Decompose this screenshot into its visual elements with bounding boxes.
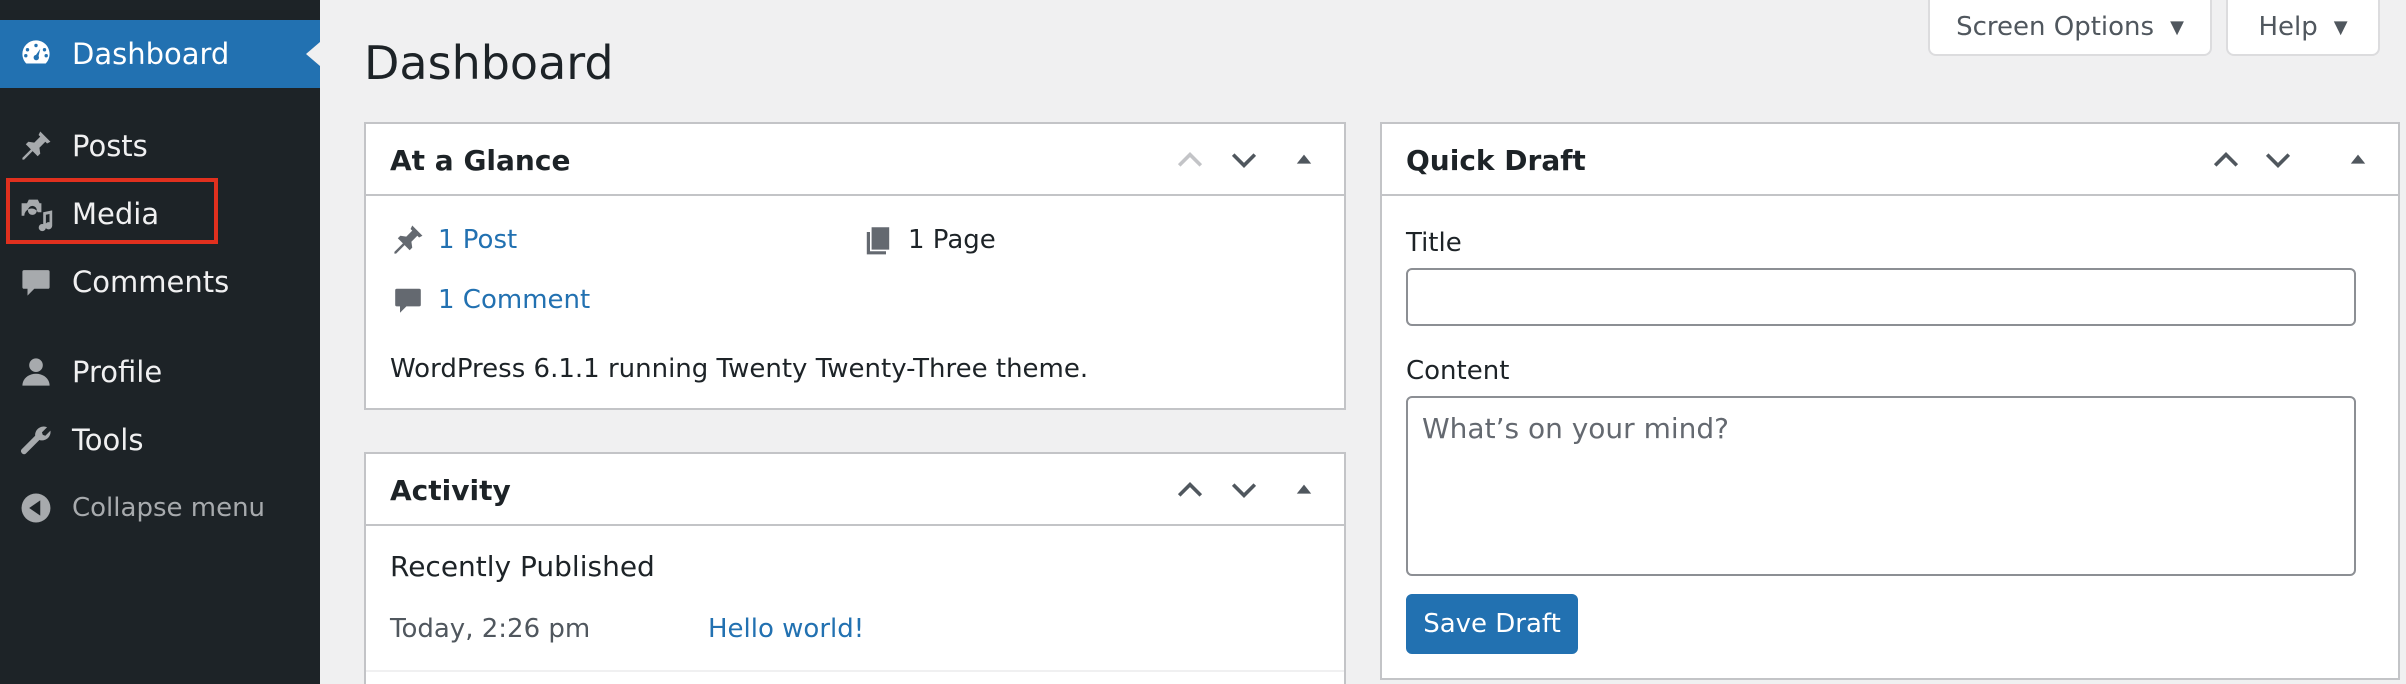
collapse-icon <box>18 490 54 526</box>
toggle-panel-icon[interactable] <box>1286 472 1322 508</box>
draft-content-textarea[interactable] <box>1406 396 2356 576</box>
pages-icon <box>860 222 896 258</box>
comments-count-row: 1 Comment <box>390 282 590 318</box>
help-label: Help <box>2258 12 2318 42</box>
activity-post-link[interactable]: Hello world! <box>708 614 864 644</box>
title-label: Title <box>1406 228 1462 258</box>
media-highlight-box <box>6 178 218 244</box>
comments-count-link[interactable]: 1 Comment <box>438 285 590 315</box>
sidebar-item-comments[interactable]: Comments <box>0 260 320 304</box>
version-info: WordPress 6.1.1 running Twenty Twenty-Th… <box>390 354 1088 384</box>
widget-title: Quick Draft <box>1406 144 1586 177</box>
screen-options-label: Screen Options <box>1956 12 2155 42</box>
toggle-panel-icon[interactable] <box>2340 142 2376 178</box>
collapse-menu-label: Collapse menu <box>72 493 266 523</box>
sidebar-item-tools[interactable]: Tools <box>0 418 320 462</box>
user-icon <box>18 354 54 390</box>
caret-down-icon: ▼ <box>2333 16 2348 38</box>
widget-header: Quick Draft <box>1382 124 2398 196</box>
wrench-icon <box>18 422 54 458</box>
quick-draft-widget: Quick Draft Title Content Save Draft <box>1380 122 2400 680</box>
move-up-icon[interactable] <box>2208 142 2244 178</box>
divider <box>366 670 1344 672</box>
screen-options-button[interactable]: Screen Options ▼ <box>1928 0 2212 56</box>
pin-icon <box>390 222 426 258</box>
sidebar-item-label: Posts <box>72 129 148 163</box>
move-down-icon[interactable] <box>1226 142 1262 178</box>
admin-sidebar: Dashboard Posts Media Comments Profile T… <box>0 0 320 684</box>
version-text: WordPress 6.1.1 running Twenty Twenty-Th… <box>390 354 1089 384</box>
move-up-icon[interactable] <box>1172 142 1208 178</box>
posts-count-row: 1 Post <box>390 222 517 258</box>
widget-header: At a Glance <box>366 124 1344 196</box>
pin-icon <box>18 128 54 164</box>
activity-date: Today, 2:26 pm <box>390 614 591 644</box>
help-button[interactable]: Help ▼ <box>2226 0 2380 56</box>
dashboard-icon <box>18 36 54 72</box>
page-title: Dashboard <box>364 36 614 90</box>
collapse-menu-button[interactable]: Collapse menu <box>0 486 320 530</box>
at-a-glance-widget: At a Glance 1 Post 1 Page 1 Comment Word… <box>364 122 1346 410</box>
recently-published-heading: Recently Published <box>390 550 655 583</box>
widget-title: Activity <box>390 474 511 507</box>
pages-count-row: 1 Page <box>860 222 996 258</box>
sidebar-item-label: Comments <box>72 265 230 299</box>
comment-icon <box>18 264 54 300</box>
content-label: Content <box>1406 356 1510 386</box>
sidebar-item-label: Profile <box>72 355 163 389</box>
sidebar-item-profile[interactable]: Profile <box>0 350 320 394</box>
widget-header: Activity <box>366 454 1344 526</box>
pages-count-text[interactable]: 1 Page <box>908 225 996 255</box>
save-draft-button[interactable]: Save Draft <box>1406 594 1578 654</box>
widget-title: At a Glance <box>390 144 571 177</box>
draft-title-input[interactable] <box>1406 268 2356 326</box>
sidebar-item-dashboard[interactable]: Dashboard <box>0 20 320 88</box>
move-down-icon[interactable] <box>1226 472 1262 508</box>
toggle-panel-icon[interactable] <box>1286 142 1322 178</box>
activity-widget: Activity Recently Published Today, 2:26 … <box>364 452 1346 684</box>
move-down-icon[interactable] <box>2260 142 2296 178</box>
move-up-icon[interactable] <box>1172 472 1208 508</box>
sidebar-item-posts[interactable]: Posts <box>0 124 320 168</box>
comment-icon <box>390 282 426 318</box>
caret-down-icon: ▼ <box>2170 16 2184 38</box>
posts-count-link[interactable]: 1 Post <box>438 225 517 255</box>
sidebar-item-label: Dashboard <box>72 37 230 71</box>
sidebar-item-label: Tools <box>72 423 144 457</box>
